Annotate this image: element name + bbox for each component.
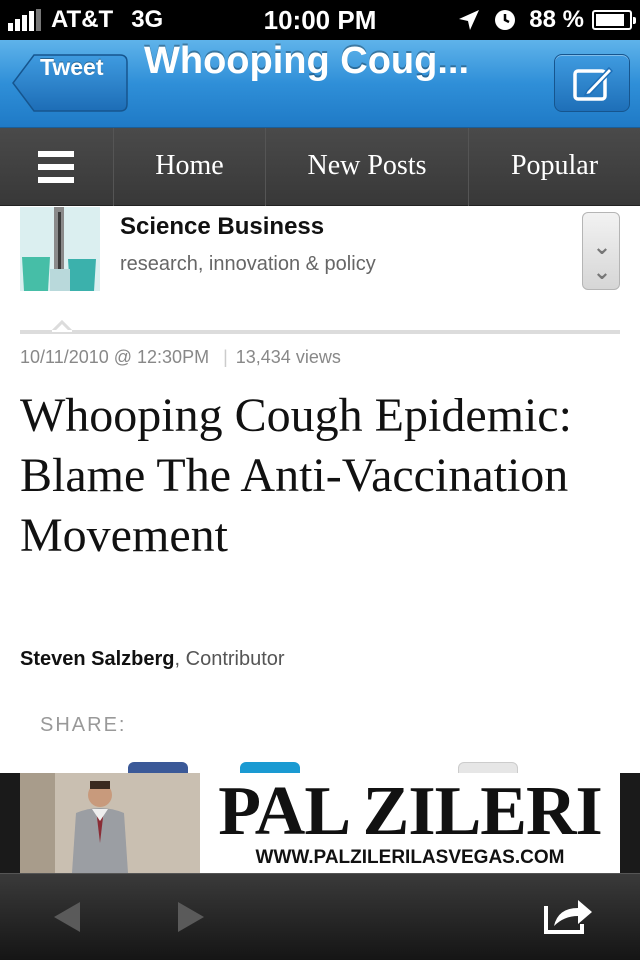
article-date: 10/11/2010 @ 12:30PM xyxy=(20,347,210,367)
article-views: 13,434 views xyxy=(235,347,341,367)
section-menu-bar: Home New Posts Popular xyxy=(0,128,640,206)
article-meta: 10/11/2010 @ 12:30PM | 13,434 views xyxy=(20,347,341,368)
double-chevron-down-icon: ⌄ ⌄ xyxy=(592,235,612,285)
ad-banner[interactable]: PAL ZILERI WWW.PALZILERILASVEGAS.COM xyxy=(0,773,640,873)
menu-item-home[interactable]: Home xyxy=(113,128,265,206)
ad-model-photo xyxy=(20,773,200,873)
location-icon xyxy=(459,10,480,30)
ad-url: WWW.PALZILERILASVEGAS.COM xyxy=(255,847,565,868)
chevron-left-icon xyxy=(54,902,80,932)
compose-button[interactable] xyxy=(554,54,630,112)
tweet-back-button[interactable]: Tweet xyxy=(12,54,128,112)
chevron-right-icon xyxy=(178,902,204,932)
menu-button[interactable] xyxy=(0,128,113,206)
battery-percent: 88 % xyxy=(529,6,584,33)
share-label: SHARE: xyxy=(40,714,127,736)
ad-brand: PAL ZILERI xyxy=(218,773,603,850)
ad-text-panel: PAL ZILERI WWW.PALZILERILASVEGAS.COM xyxy=(200,773,620,873)
blog-name[interactable]: Science Business xyxy=(120,213,324,241)
menu-item-new-posts[interactable]: New Posts xyxy=(265,128,468,206)
compose-icon xyxy=(573,66,613,101)
blog-tagline: research, innovation & policy xyxy=(120,253,376,275)
status-bar: AT&T 3G 10:00 PM 88 % xyxy=(0,0,640,40)
back-button-label: Tweet xyxy=(40,54,104,80)
meta-separator: | xyxy=(223,347,228,367)
author-role: , Contributor xyxy=(174,648,285,670)
back-button[interactable] xyxy=(40,874,100,960)
status-right: 88 % xyxy=(457,5,636,35)
article-headline: Whooping Cough Epidemic: Blame The Anti-… xyxy=(20,389,572,562)
page-title: Whooping Coug... xyxy=(144,40,470,82)
expand-button[interactable]: ⌄ ⌄ xyxy=(582,212,620,290)
divider xyxy=(20,330,620,334)
forward-button[interactable] xyxy=(160,874,220,960)
author-name[interactable]: Steven Salzberg xyxy=(20,648,175,670)
blog-thumbnail[interactable] xyxy=(20,207,100,291)
menu-item-popular[interactable]: Popular xyxy=(468,128,640,206)
battery-fill xyxy=(596,14,625,26)
byline: Steven Salzberg, Contributor xyxy=(20,648,285,671)
divider-notch xyxy=(52,320,72,332)
battery-icon xyxy=(592,10,636,30)
bottom-toolbar xyxy=(0,873,640,960)
man-in-suit-image xyxy=(20,773,200,873)
alarm-clock-icon xyxy=(495,10,516,30)
navigation-bar: Tweet Whooping Coug... xyxy=(0,40,640,128)
share-button[interactable] xyxy=(536,874,600,960)
share-arrow-icon xyxy=(544,900,592,934)
lab-glassware-image xyxy=(20,207,100,291)
